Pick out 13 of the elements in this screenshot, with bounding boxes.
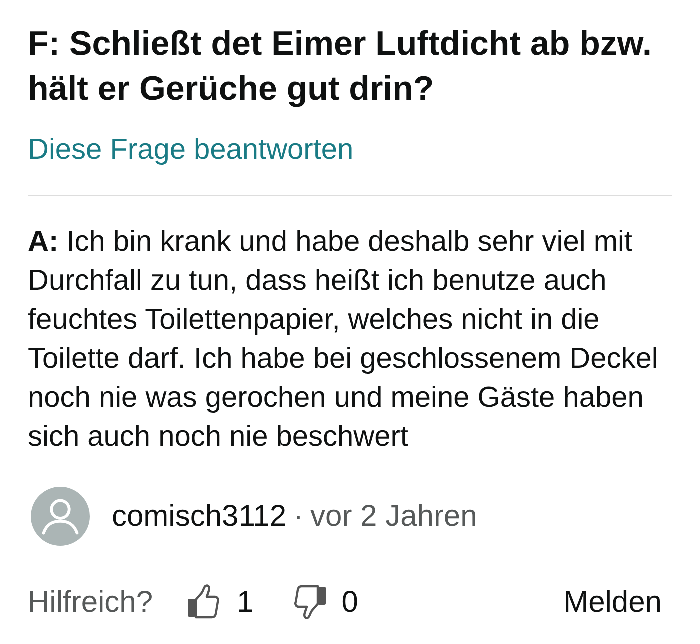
thumbs-down-icon[interactable]	[294, 584, 328, 620]
avatar-icon	[31, 486, 90, 546]
helpful-label: Hilfreich?	[28, 584, 154, 620]
separator-dot: ·	[294, 498, 304, 534]
author-name: comisch3112	[112, 498, 287, 534]
thumbs-up-icon[interactable]	[186, 584, 220, 620]
upvote-count: 1	[237, 584, 254, 620]
report-link[interactable]: Melden	[564, 580, 662, 624]
answer-question-link[interactable]: Diese Frage beantworten	[28, 130, 354, 170]
downvote-count: 0	[342, 584, 358, 620]
answer-text: A: Ich bin krank und habe deshalb sehr viel mit Durchfall zu tun, dass heißt ich benutze auch feuchtes Toilettenpapier, welches nicht in die Toilette darf. Ich habe bei geschlossenem Deckel noch nie was gerochen und meine Gäste haben sich auch noch nie beschwert	[28, 225, 660, 455]
answer-date: vor 2 Jahren	[310, 498, 478, 534]
question-title: F: Schließt det Eimer Luftdicht ab bzw. hält er Gerüche gut drin?	[28, 24, 653, 110]
